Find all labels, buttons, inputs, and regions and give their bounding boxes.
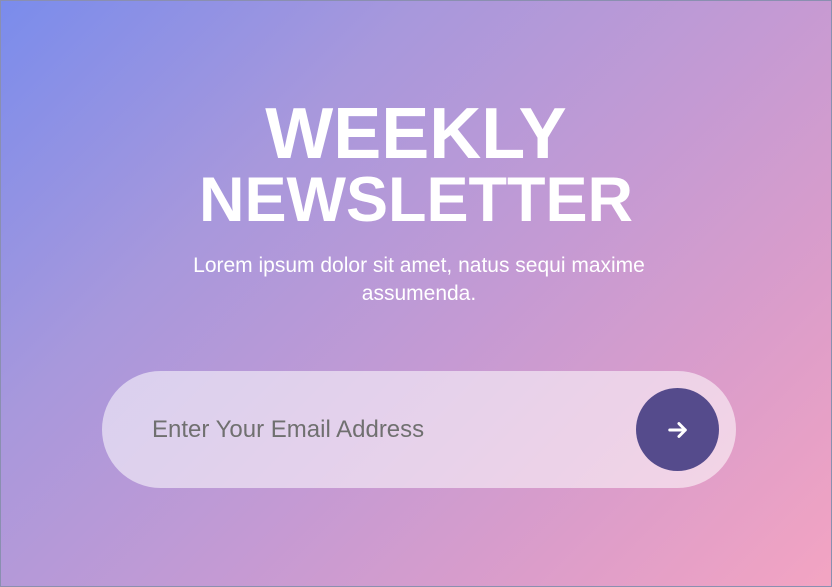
email-input[interactable] — [152, 371, 622, 488]
title-line-weekly: WEEKLY — [265, 94, 567, 174]
newsletter-title: WEEKLY NEWSLETTER — [1, 94, 831, 235]
submit-button[interactable] — [636, 388, 719, 471]
arrow-right-icon — [667, 421, 687, 438]
title-line-newsletter: NEWSLETTER — [199, 165, 633, 235]
subscribe-form — [102, 371, 736, 488]
newsletter-page: WEEKLY NEWSLETTER Lorem ipsum dolor sit … — [0, 0, 832, 587]
newsletter-description: Lorem ipsum dolor sit amet, natus sequi … — [193, 254, 645, 305]
